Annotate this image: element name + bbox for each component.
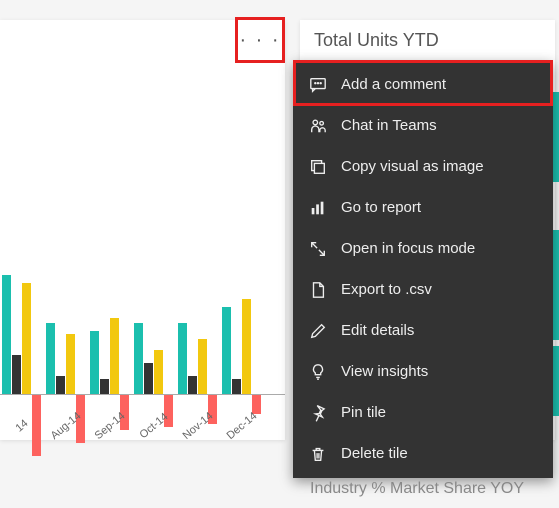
bar-yellow xyxy=(154,350,163,395)
menu-edit-details[interactable]: Edit details xyxy=(293,310,553,351)
document-icon xyxy=(309,281,327,299)
menu-add-comment[interactable]: Add a comment xyxy=(293,64,553,105)
menu-go-report[interactable]: Go to report xyxy=(293,187,553,228)
ellipsis-icon: · · · xyxy=(239,29,280,52)
bar-teal xyxy=(134,323,143,395)
bar-chart-icon xyxy=(309,199,327,217)
trash-icon xyxy=(309,445,327,463)
bar-teal xyxy=(46,323,55,395)
menu-export-csv[interactable]: Export to .csv xyxy=(293,269,553,310)
expand-icon xyxy=(309,240,327,258)
bar-group xyxy=(44,145,88,395)
menu-label: Edit details xyxy=(341,322,414,339)
menu-focus-mode[interactable]: Open in focus mode xyxy=(293,228,553,269)
menu-label: Export to .csv xyxy=(341,281,432,298)
bar-group xyxy=(88,145,132,395)
bar-teal xyxy=(2,275,11,395)
menu-view-insights[interactable]: View insights xyxy=(293,351,553,392)
tile-title: Total Units YTD xyxy=(300,20,555,61)
bar-yellow xyxy=(198,339,207,395)
teams-icon xyxy=(309,117,327,135)
pin-icon xyxy=(309,404,327,422)
x-axis-label: Oct-14 xyxy=(133,407,174,444)
bar-teal xyxy=(178,323,187,395)
context-menu: Add a comment Chat in Teams Copy visual … xyxy=(293,60,553,478)
bar-yellow xyxy=(242,299,251,395)
menu-delete-tile[interactable]: Delete tile xyxy=(293,433,553,474)
menu-label: Open in focus mode xyxy=(341,240,475,257)
bar-black xyxy=(12,355,21,395)
bar-teal xyxy=(222,307,231,395)
bar-yellow xyxy=(110,318,119,395)
bar-black xyxy=(188,376,197,395)
menu-label: Chat in Teams xyxy=(341,117,437,134)
bar-black xyxy=(56,376,65,395)
copy-icon xyxy=(309,158,327,176)
menu-label: Go to report xyxy=(341,199,421,216)
bar-group xyxy=(132,145,176,395)
bar-black xyxy=(100,379,109,395)
bar-chart xyxy=(0,145,285,395)
x-axis-label: Sep-14 xyxy=(89,407,130,444)
x-axis-label: Dec-14 xyxy=(221,407,262,444)
more-options-button[interactable]: · · · xyxy=(238,20,282,60)
menu-label: Delete tile xyxy=(341,445,408,462)
menu-pin-tile[interactable]: Pin tile xyxy=(293,392,553,433)
menu-label: Pin tile xyxy=(341,404,386,421)
bar-group xyxy=(0,145,44,395)
x-axis-label: Nov-14 xyxy=(177,407,218,444)
pencil-icon xyxy=(309,322,327,340)
bar-yellow xyxy=(22,283,31,395)
menu-copy-visual[interactable]: Copy visual as image xyxy=(293,146,553,187)
chart-baseline xyxy=(0,394,285,395)
menu-label: View insights xyxy=(341,363,428,380)
bar-group xyxy=(220,145,264,395)
bar-yellow xyxy=(66,334,75,395)
comment-icon xyxy=(309,76,327,94)
menu-label: Copy visual as image xyxy=(341,158,484,175)
bar-teal xyxy=(90,331,99,395)
chart-tile[interactable]: 14Aug-14Sep-14Oct-14Nov-14Dec-14 xyxy=(0,20,285,440)
bottom-tile-title: Industry % Market Share YOY xyxy=(310,480,524,498)
menu-chat-teams[interactable]: Chat in Teams xyxy=(293,105,553,146)
bar-black xyxy=(232,379,241,395)
bar-group xyxy=(176,145,220,395)
lightbulb-icon xyxy=(309,363,327,381)
menu-label: Add a comment xyxy=(341,76,446,93)
bar-black xyxy=(144,363,153,395)
